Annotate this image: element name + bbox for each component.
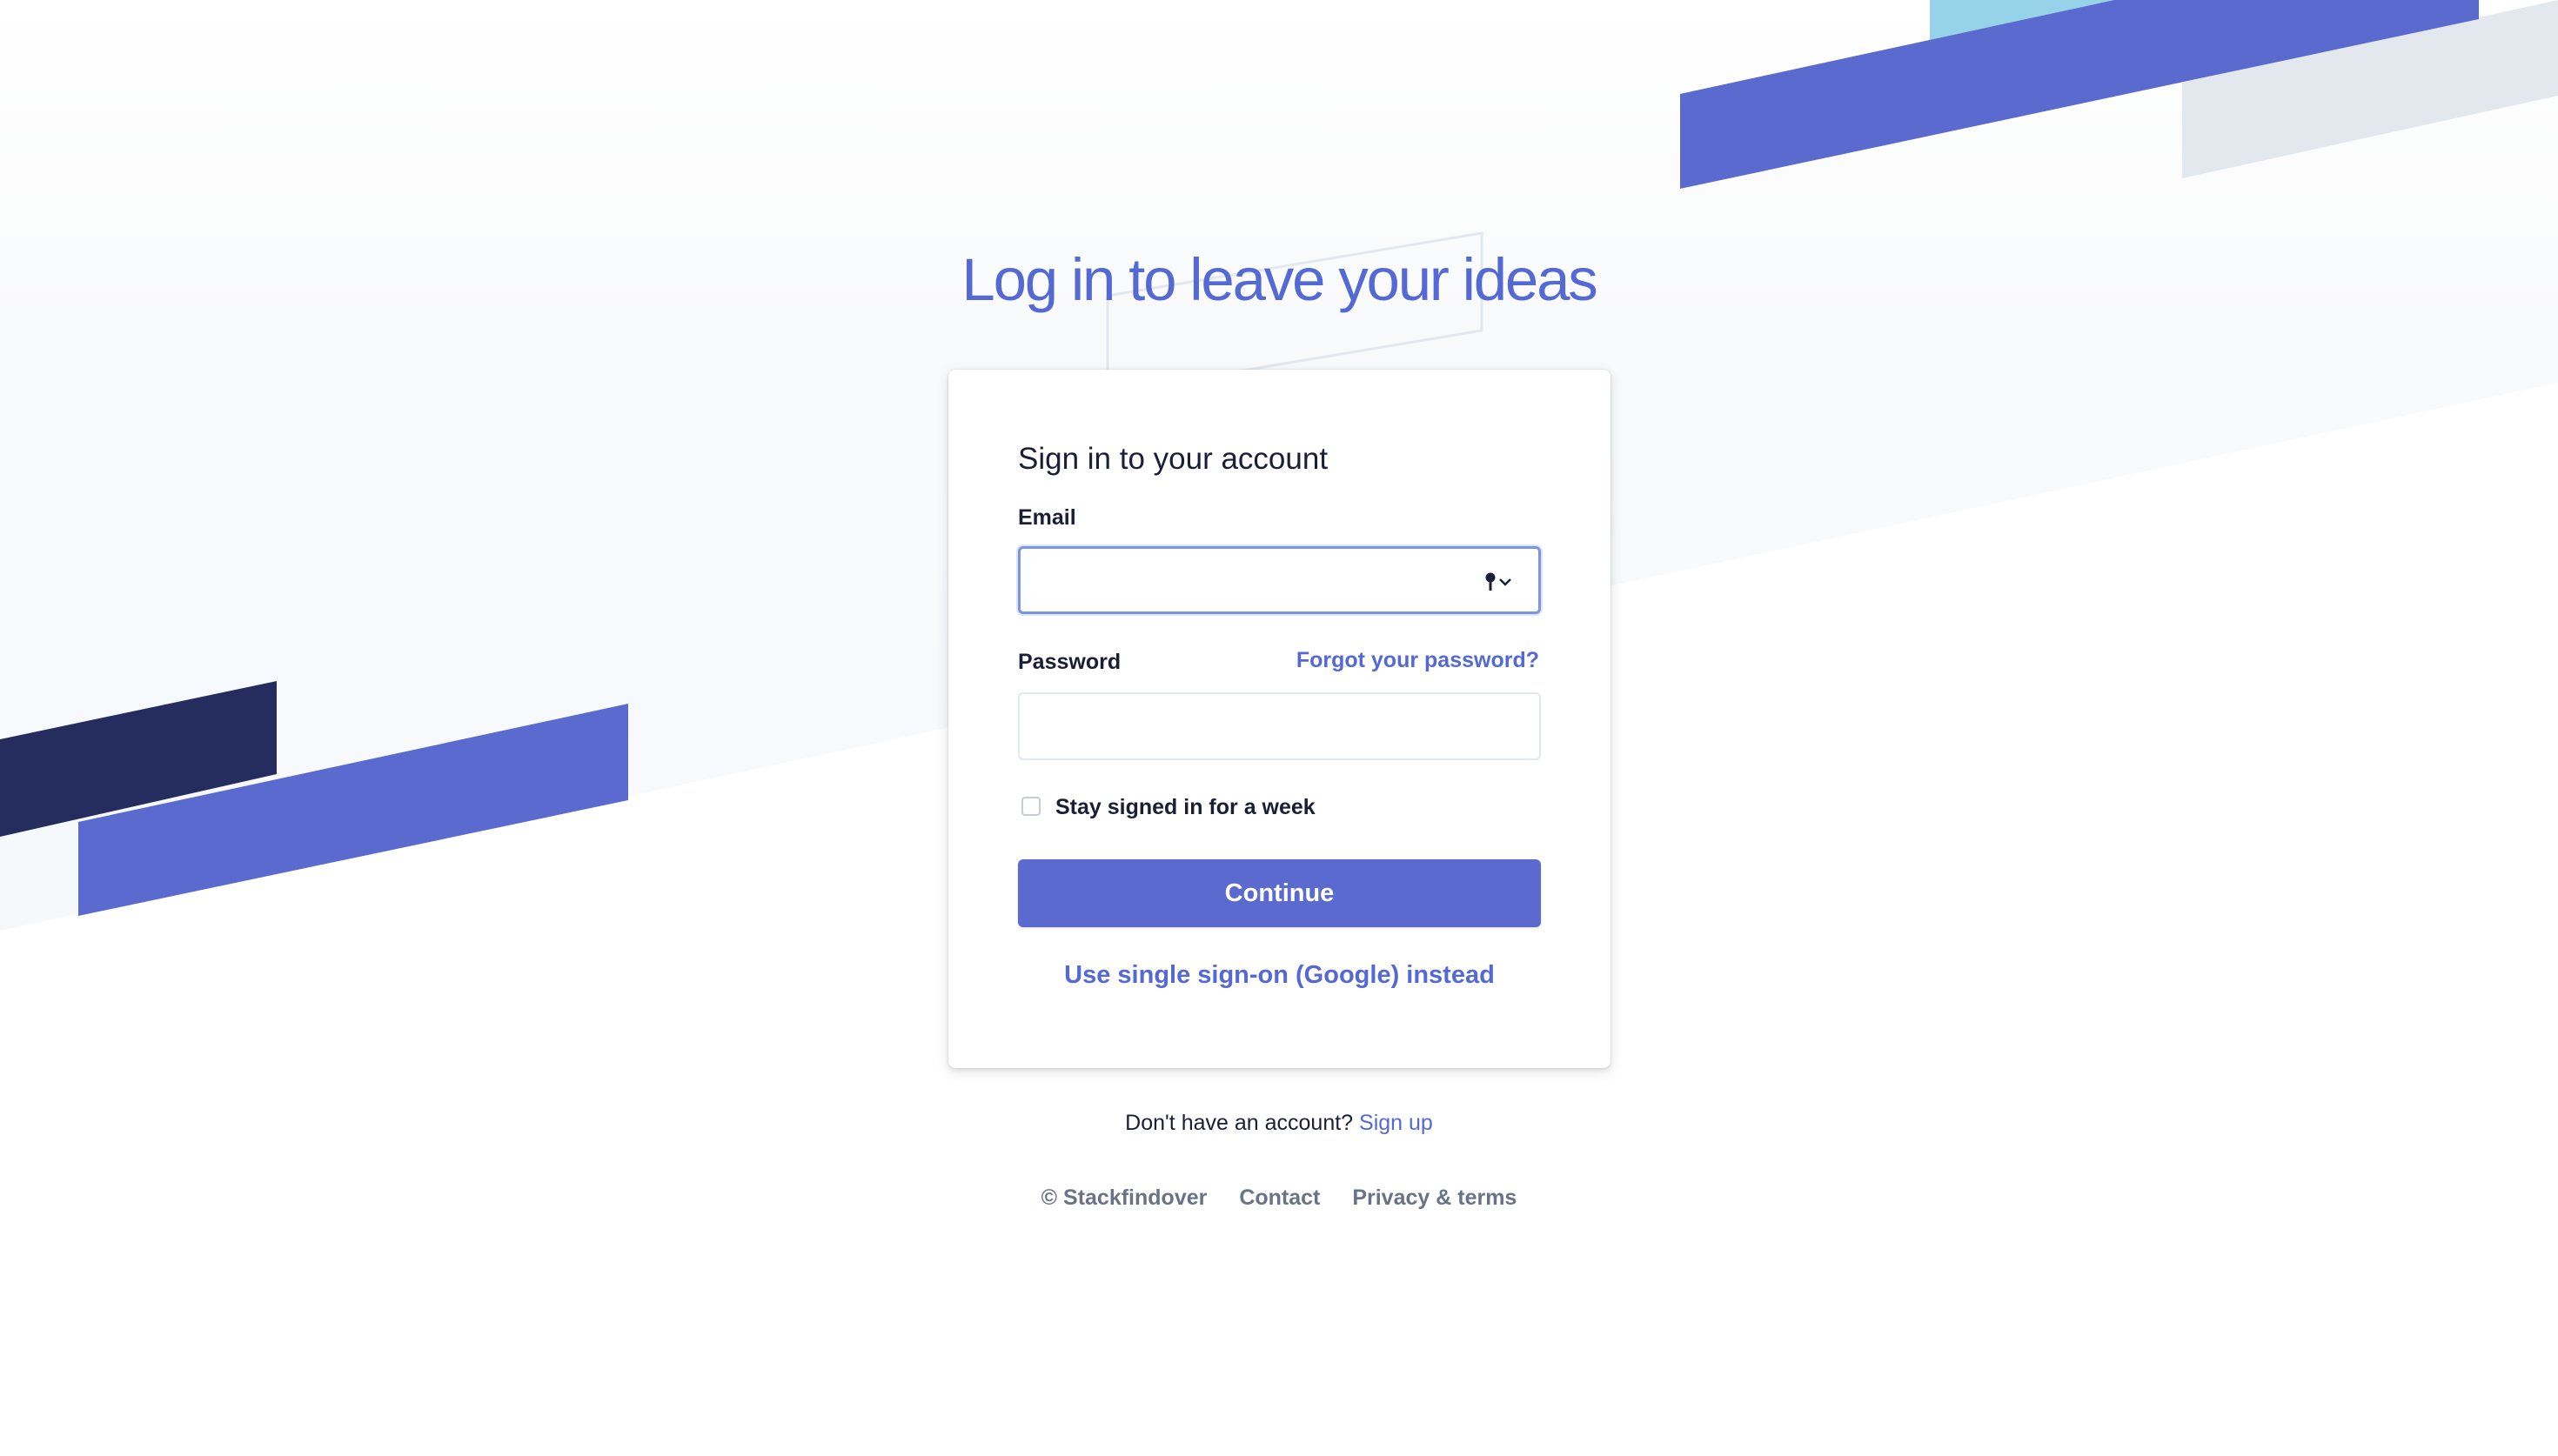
email-field[interactable] — [1018, 546, 1541, 614]
password-input[interactable] — [1035, 694, 1470, 758]
email-label: Email — [1018, 505, 1076, 530]
signup-link[interactable]: Sign up — [1359, 1111, 1433, 1135]
email-input[interactable] — [1036, 549, 1471, 611]
footer-copyright: © Stackfindover — [1041, 1186, 1208, 1210]
footer: © Stackfindover Contact Privacy & terms — [0, 1186, 2558, 1211]
forgot-password-link[interactable]: Forgot your password? — [1296, 648, 1539, 673]
footer-contact-link[interactable]: Contact — [1239, 1186, 1320, 1210]
signup-prompt: Don't have an account? — [1125, 1111, 1354, 1135]
page-title: Log in to leave your ideas — [961, 246, 1597, 313]
login-card: Sign in to your account Email Password F… — [948, 370, 1610, 1068]
footer-privacy-link[interactable]: Privacy & terms — [1352, 1186, 1517, 1210]
password-label: Password — [1018, 650, 1122, 674]
remember-label[interactable]: Stay signed in for a week — [1055, 795, 1316, 820]
password-field[interactable] — [1018, 692, 1541, 760]
key-autofill-icon[interactable] — [1483, 570, 1517, 594]
card-title: Sign in to your account — [1018, 442, 1329, 476]
continue-button[interactable]: Continue — [1018, 859, 1541, 927]
remember-checkbox[interactable] — [1021, 797, 1041, 816]
signup-row: Don't have an account? Sign up — [0, 1111, 2558, 1136]
sso-google-link[interactable]: Use single sign-on (Google) instead — [948, 961, 1610, 990]
